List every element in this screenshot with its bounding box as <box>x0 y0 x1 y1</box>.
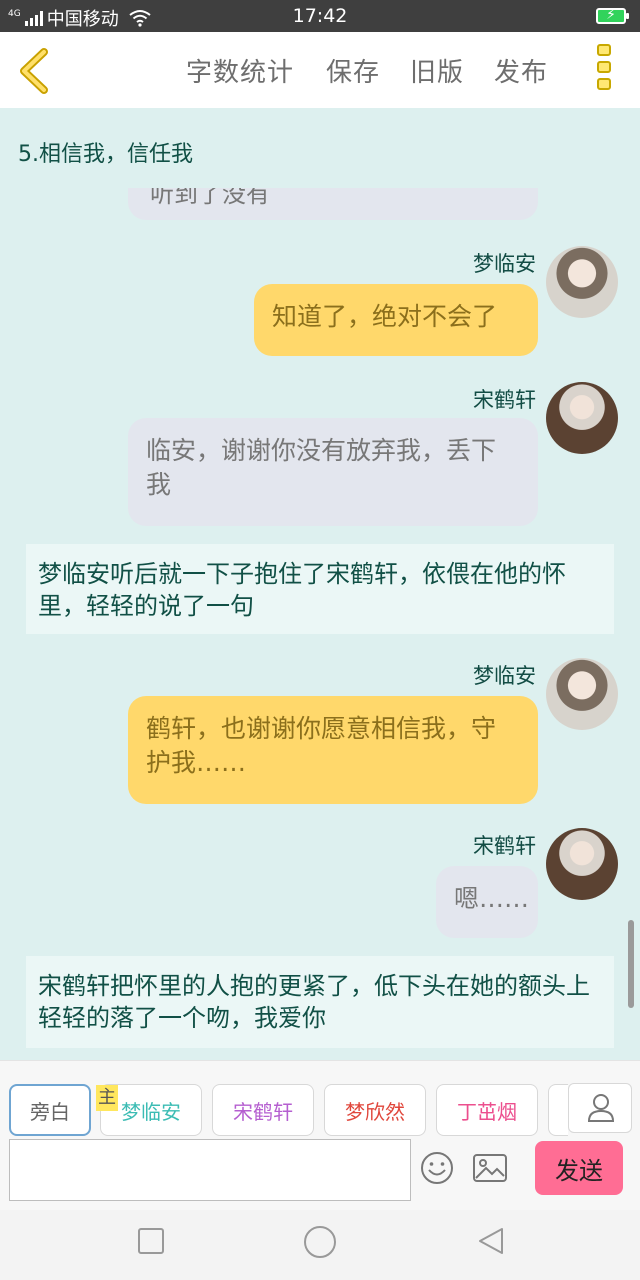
scrollbar[interactable] <box>628 920 634 1008</box>
speaker-name: 梦临安 <box>473 664 536 688</box>
recent-apps-icon[interactable] <box>136 1226 166 1256</box>
input-panel: 旁白 梦临安 主 宋鹤轩 梦欣然 丁茁烟 发送 <box>0 1060 640 1210</box>
message-bubble[interactable]: 嗯…… <box>436 866 538 938</box>
publish-button[interactable]: 发布 <box>494 52 548 89</box>
avatar[interactable] <box>546 382 618 454</box>
main-character-badge: 主 <box>96 1085 118 1111</box>
chat-area[interactable]: 5.相信我，信任我 听到了没有 梦临安 知道了，绝对不会了 宋鹤轩 临安，谢谢你… <box>0 108 640 1060</box>
more-vertical-icon[interactable] <box>594 44 614 98</box>
narration-text[interactable]: 宋鹤轩把怀里的人抱的更紧了，低下头在她的额头上轻轻的落了一个吻，我爱你 <box>26 956 614 1048</box>
editor-header: 字数统计 保存 旧版 发布 <box>0 32 640 108</box>
send-button[interactable]: 发送 <box>535 1141 623 1195</box>
back-nav-icon[interactable] <box>476 1226 506 1256</box>
role-tab-songhexuan[interactable]: 宋鹤轩 <box>212 1084 314 1136</box>
clock: 17:42 <box>292 5 348 27</box>
manage-roles-button[interactable] <box>568 1083 632 1133</box>
old-version-button[interactable]: 旧版 <box>410 52 464 89</box>
role-tab-narrator[interactable]: 旁白 <box>9 1084 91 1136</box>
message-bubble-partial: 听到了没有 <box>128 188 538 220</box>
role-tab-mengxinran[interactable]: 梦欣然 <box>324 1084 426 1136</box>
user-icon <box>587 1094 615 1122</box>
avatar[interactable] <box>546 658 618 730</box>
save-button[interactable]: 保存 <box>326 52 380 89</box>
narration-text[interactable]: 梦临安听后就一下子抱住了宋鹤轩，依偎在他的怀里，轻轻的说了一句 <box>26 544 614 634</box>
back-button[interactable] <box>14 48 54 94</box>
message-bubble[interactable]: 临安，谢谢你没有放弃我，丢下我 <box>128 418 538 526</box>
chapter-title: 5.相信我，信任我 <box>18 142 193 167</box>
avatar[interactable] <box>546 828 618 900</box>
speaker-name: 宋鹤轩 <box>473 388 536 412</box>
message-bubble[interactable]: 知道了，绝对不会了 <box>254 284 538 356</box>
word-count-button[interactable]: 字数统计 <box>186 52 294 89</box>
system-nav-bar <box>0 1210 640 1280</box>
home-icon[interactable] <box>302 1224 338 1260</box>
emoji-icon[interactable] <box>420 1151 454 1185</box>
chevron-left-icon <box>20 48 48 94</box>
image-icon[interactable] <box>472 1153 508 1183</box>
message-bubble[interactable]: 鹤轩，也谢谢你愿意相信我，守护我…… <box>128 696 538 804</box>
role-tab-dingzhuoyan[interactable]: 丁茁烟 <box>436 1084 538 1136</box>
speaker-name: 梦临安 <box>473 252 536 276</box>
speaker-name: 宋鹤轩 <box>473 834 536 858</box>
message-input[interactable] <box>9 1139 411 1201</box>
role-tab-more[interactable] <box>548 1084 568 1136</box>
avatar[interactable] <box>546 246 618 318</box>
battery-icon: ⚡ <box>596 7 629 24</box>
status-bar: 4G 中国移动 17:42 ⚡ <box>0 0 640 32</box>
